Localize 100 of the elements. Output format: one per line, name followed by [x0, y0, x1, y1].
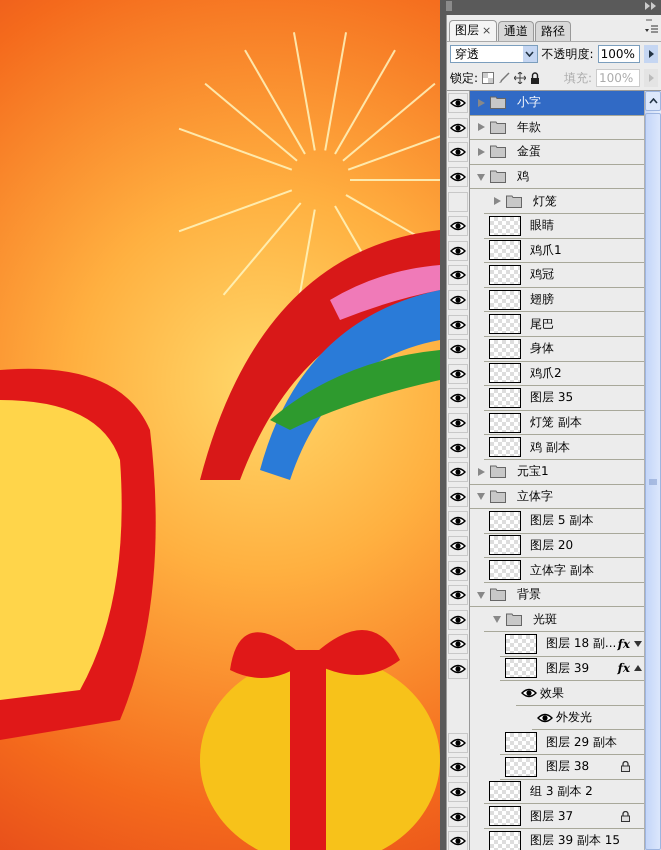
layer-row[interactable]: 组 3 副本 2: [484, 780, 644, 804]
layer-name[interactable]: 鸡冠: [530, 266, 554, 284]
visibility-toggle[interactable]: [448, 240, 468, 261]
visibility-toggle[interactable]: [448, 167, 468, 188]
eye-icon[interactable]: [450, 221, 466, 232]
layer-row[interactable]: 身体: [484, 336, 644, 362]
eye-icon[interactable]: [450, 442, 466, 453]
eye-icon[interactable]: [450, 147, 466, 158]
eye-icon[interactable]: [450, 393, 466, 404]
layer-row[interactable]: 眼睛: [484, 214, 644, 239]
lock-icon[interactable]: [530, 72, 540, 84]
eye-icon[interactable]: [450, 738, 466, 748]
collapse-triangle-icon[interactable]: [476, 146, 486, 157]
collapse-icon[interactable]: [645, 2, 657, 10]
visibility-toggle[interactable]: [448, 560, 468, 581]
visibility-toggle[interactable]: [448, 93, 468, 114]
collapse-triangle-icon[interactable]: [476, 466, 486, 477]
layer-name[interactable]: 图层 20: [530, 536, 574, 554]
layer-row[interactable]: 翅膀: [484, 288, 644, 312]
visibility-toggle[interactable]: [448, 782, 468, 802]
visibility-toggle[interactable]: [448, 462, 468, 482]
eye-icon[interactable]: [450, 98, 466, 108]
expand-triangle-icon[interactable]: [492, 614, 502, 624]
eye-icon[interactable]: [450, 762, 466, 772]
layer-name[interactable]: 灯笼: [533, 192, 557, 210]
layer-row[interactable]: 图层 5 副本: [484, 509, 644, 534]
visibility-toggle[interactable]: [448, 438, 468, 458]
layer-name[interactable]: 身体: [530, 340, 554, 358]
layer-row[interactable]: 图层 18 副...fx: [500, 632, 644, 657]
layer-row[interactable]: 光斑: [484, 607, 644, 632]
visibility-toggle[interactable]: [448, 806, 468, 827]
visibility-toggle[interactable]: [448, 486, 468, 507]
layer-row[interactable]: 图层 39 fx: [500, 656, 644, 682]
panel-tab[interactable]: 图层 ×: [449, 20, 498, 41]
visibility-toggle[interactable]: [448, 290, 468, 310]
eye-icon[interactable]: [450, 122, 466, 133]
layer-name[interactable]: 翅膀: [530, 291, 554, 308]
eye-icon[interactable]: [450, 664, 466, 674]
layer-name[interactable]: 元宝1: [517, 463, 549, 480]
eye-icon[interactable]: [450, 467, 466, 478]
move-icon[interactable]: [514, 72, 526, 84]
layer-row[interactable]: 鸡爪2: [484, 362, 644, 386]
layer-name[interactable]: 灯笼 副本: [530, 414, 582, 432]
visibility-toggle[interactable]: [448, 536, 468, 556]
layer-name[interactable]: 图层 38: [546, 758, 590, 776]
layer-name[interactable]: 图层 18 副...: [546, 635, 616, 652]
eye-icon[interactable]: [521, 688, 537, 698]
panel-tab[interactable]: 通道: [498, 21, 534, 41]
eye-icon[interactable]: [537, 712, 553, 723]
visibility-toggle[interactable]: [448, 364, 468, 384]
layer-name[interactable]: 鸡: [517, 168, 529, 186]
layer-name[interactable]: 背景: [517, 586, 541, 604]
eye-icon[interactable]: [450, 492, 466, 502]
eye-icon[interactable]: [450, 540, 466, 551]
layer-name[interactable]: 图层 35: [530, 389, 574, 406]
down-triangle-icon[interactable]: [634, 640, 642, 647]
eye-icon[interactable]: [450, 368, 466, 379]
layer-row[interactable]: 灯笼 副本: [484, 410, 644, 436]
eye-icon[interactable]: [450, 295, 466, 306]
layer-row[interactable]: 图层 37: [484, 804, 644, 829]
eye-icon[interactable]: [450, 516, 466, 526]
layer-name[interactable]: 鸡爪2: [530, 364, 562, 382]
layer-row[interactable]: 鸡 副本: [484, 435, 644, 460]
visibility-toggle[interactable]: [448, 732, 468, 753]
eye-icon[interactable]: [450, 614, 466, 625]
visibility-toggle[interactable]: [448, 314, 468, 335]
eye-icon[interactable]: [450, 418, 466, 428]
layer-row[interactable]: 图层 29 副本: [500, 730, 644, 756]
eye-icon[interactable]: [450, 344, 466, 354]
layer-name[interactable]: 图层 39 副本 15: [530, 832, 620, 850]
collapse-triangle-icon[interactable]: [492, 196, 502, 206]
menu-icon[interactable]: [645, 17, 659, 35]
visibility-toggle[interactable]: [448, 658, 468, 679]
layer-row[interactable]: 立体字: [470, 484, 644, 510]
visibility-toggle[interactable]: [448, 634, 468, 654]
expand-triangle-icon[interactable]: [476, 590, 486, 600]
scrollbar[interactable]: [644, 91, 661, 850]
layer-row[interactable]: 鸡爪1: [484, 238, 644, 264]
visibility-toggle[interactable]: [448, 757, 468, 778]
layer-row[interactable]: 鸡: [470, 164, 644, 190]
visibility-toggle[interactable]: [448, 413, 468, 434]
eye-icon[interactable]: [450, 590, 466, 600]
layer-row[interactable]: 图层 38: [500, 755, 644, 780]
layer-name[interactable]: 小字: [517, 94, 541, 112]
layer-name[interactable]: 光斑: [533, 610, 557, 628]
layer-name[interactable]: 立体字 副本: [530, 562, 594, 579]
checker-icon[interactable]: [482, 72, 494, 84]
layer-row[interactable]: 元宝1: [470, 460, 644, 484]
eye-icon[interactable]: [450, 836, 466, 846]
visibility-toggle[interactable]: [448, 265, 468, 286]
layer-name[interactable]: 组 3 副本 2: [530, 782, 593, 800]
layer-row[interactable]: 立体字 副本: [484, 558, 644, 583]
collapse-triangle-icon[interactable]: [476, 122, 486, 132]
layer-row[interactable]: 鸡冠: [484, 263, 644, 288]
layer-row[interactable]: 背景: [470, 582, 644, 608]
panel-tab[interactable]: 路径: [535, 21, 572, 41]
eye-icon[interactable]: [450, 320, 466, 330]
up-triangle-icon[interactable]: [634, 665, 642, 672]
opacity-arrow-button[interactable]: [644, 45, 658, 63]
visibility-toggle[interactable]: [448, 388, 468, 408]
